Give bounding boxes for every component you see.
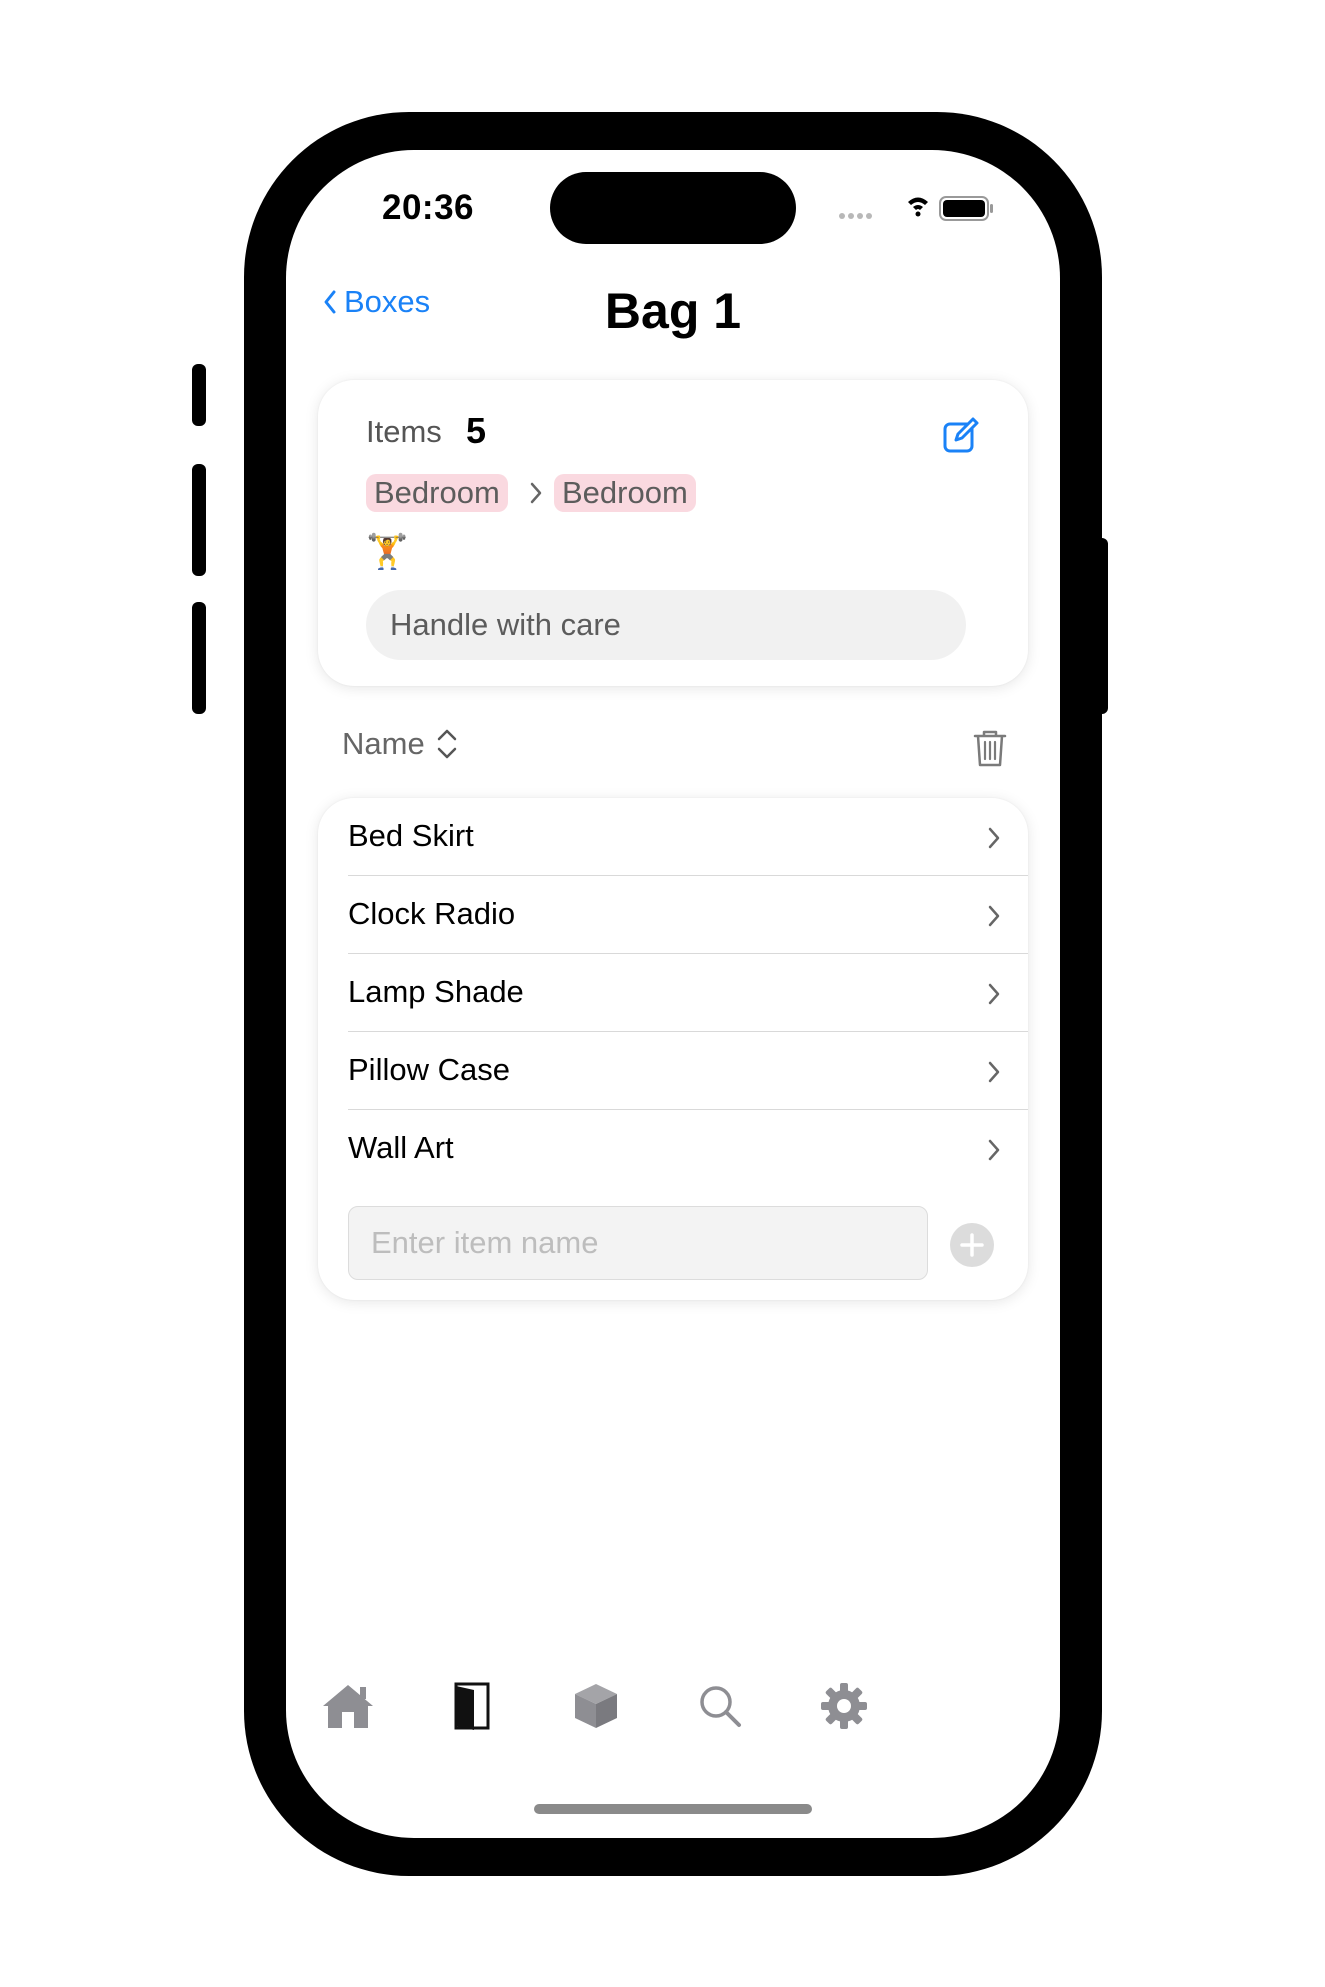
search-icon bbox=[700, 1686, 741, 1727]
house-icon bbox=[323, 1685, 373, 1728]
note-field[interactable]: Handle with care bbox=[366, 590, 966, 660]
chevron-right-icon bbox=[530, 482, 542, 504]
status-icons bbox=[839, 196, 993, 221]
list-item-label: Pillow Case bbox=[348, 1052, 510, 1087]
list-item[interactable]: Clock Radio bbox=[318, 876, 1028, 954]
list-item[interactable]: Pillow Case bbox=[318, 1032, 1028, 1110]
chevron-up-down-icon bbox=[437, 729, 456, 759]
box-icon bbox=[575, 1684, 617, 1728]
door-icon bbox=[454, 1682, 490, 1730]
chevron-right-icon bbox=[988, 983, 1000, 1005]
cellular-signal-icon bbox=[839, 213, 872, 219]
chevron-right-icon bbox=[988, 1139, 1000, 1161]
home-indicator bbox=[534, 1804, 812, 1814]
tab-search[interactable] bbox=[690, 1676, 750, 1736]
list-item[interactable]: Bed Skirt bbox=[318, 798, 1028, 876]
wifi-icon bbox=[908, 197, 928, 217]
tab-home[interactable] bbox=[318, 1676, 378, 1736]
power-button bbox=[1094, 538, 1108, 714]
add-item-button[interactable] bbox=[950, 1223, 994, 1267]
new-item-input[interactable] bbox=[348, 1206, 928, 1280]
tab-settings[interactable] bbox=[814, 1676, 874, 1736]
trash-icon[interactable] bbox=[972, 728, 1008, 768]
tab-boxes[interactable] bbox=[566, 1676, 626, 1736]
screen: 20:36 Boxes Bag 1 Items 5 Bedroom Bedroo… bbox=[286, 150, 1060, 1838]
chevron-right-icon bbox=[988, 827, 1000, 849]
chevron-right-icon bbox=[988, 1061, 1000, 1083]
gear-icon bbox=[821, 1683, 867, 1729]
tab-rooms[interactable] bbox=[442, 1676, 502, 1736]
location-chip-location[interactable]: Bedroom bbox=[554, 474, 696, 512]
list-item[interactable]: Wall Art bbox=[318, 1110, 1028, 1188]
list-item-label: Lamp Shade bbox=[348, 974, 524, 1009]
list-item[interactable]: Lamp Shade bbox=[318, 954, 1028, 1032]
status-time: 20:36 bbox=[382, 188, 475, 227]
page-title: Bag 1 bbox=[604, 283, 742, 339]
action-button bbox=[192, 364, 206, 426]
volume-down-button bbox=[192, 602, 206, 714]
location-chip-room[interactable]: Bedroom bbox=[366, 474, 508, 512]
box-info-card: Items 5 Bedroom Bedroom 🏋 Handle with ca… bbox=[318, 380, 1028, 686]
list-item-label: Clock Radio bbox=[348, 896, 516, 931]
chevron-right-icon bbox=[988, 905, 1000, 927]
edit-icon[interactable] bbox=[942, 416, 980, 454]
items-count-value: 5 bbox=[466, 410, 487, 451]
volume-up-button bbox=[192, 464, 206, 576]
phone-frame: 20:36 Boxes Bag 1 Items 5 Bedroom Bedroo… bbox=[192, 112, 1108, 1876]
tab-bar bbox=[286, 1676, 1060, 1746]
box-emoji[interactable]: 🏋 bbox=[366, 532, 408, 572]
list-item-label: Wall Art bbox=[348, 1130, 454, 1165]
battery-icon bbox=[939, 196, 993, 221]
sort-button[interactable]: Name bbox=[342, 726, 459, 762]
items-list-card: Bed Skirt Clock Radio Lamp Shade Pillow … bbox=[318, 798, 1028, 1300]
dynamic-island bbox=[550, 172, 796, 244]
sort-label: Name bbox=[342, 726, 425, 761]
items-count-label: Items bbox=[366, 414, 442, 449]
list-item-label: Bed Skirt bbox=[348, 818, 474, 853]
plus-icon bbox=[960, 1233, 984, 1257]
